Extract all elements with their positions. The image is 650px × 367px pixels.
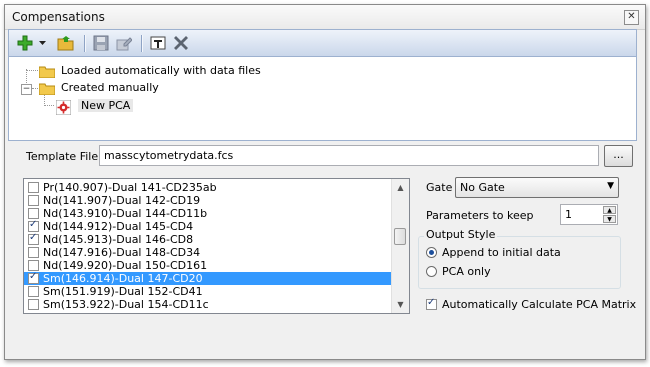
folder-icon <box>38 82 56 95</box>
gate-dropdown[interactable]: No Gate ▼ <box>455 177 619 198</box>
checkbox[interactable] <box>28 208 39 219</box>
toolbar-separator <box>141 35 143 52</box>
spin-up-icon[interactable]: ▲ <box>603 206 616 214</box>
scroll-thumb[interactable] <box>394 228 406 245</box>
list-item[interactable]: Nd(149.920)-Dual 150-CD161 <box>24 259 392 272</box>
save-icon[interactable] <box>91 34 111 52</box>
title-bar: Compensations ✕ <box>5 5 645 30</box>
checkbox[interactable] <box>28 247 39 258</box>
list-item-label: Nd(144.912)-Dual 145-CD4 <box>43 220 194 233</box>
list-item-label: Sm(153.922)-Dual 154-CD11c <box>43 298 209 311</box>
list-item-label: Nd(149.920)-Dual 150-CD161 <box>43 259 208 272</box>
list-item[interactable]: Nd(145.913)-Dual 146-CD8 <box>24 232 392 246</box>
list-item[interactable]: Nd(147.916)-Dual 148-CD34 <box>24 246 392 259</box>
checkbox-checked[interactable] <box>28 219 39 232</box>
folder-icon <box>38 65 56 78</box>
checkbox-checked[interactable] <box>28 271 39 284</box>
list-item-label: Nd(145.913)-Dual 146-CD8 <box>43 233 194 246</box>
checkbox-checked[interactable] <box>426 297 437 310</box>
vertical-scrollbar[interactable]: ▲ ▼ <box>391 179 409 313</box>
list-item[interactable]: Sm(151.919)-Dual 152-CD41 <box>24 285 392 298</box>
radio-append[interactable]: Append to initial data <box>426 246 561 259</box>
radio-selected-icon[interactable] <box>426 247 437 258</box>
list-item-label: Nd(143.910)-Dual 144-CD11b <box>43 207 208 220</box>
list-item[interactable]: Nd(143.910)-Dual 144-CD11b <box>24 207 392 220</box>
list-item[interactable]: Sm(153.922)-Dual 154-CD11c <box>24 298 392 311</box>
list-item-label: Pr(140.907)-Dual 141-CD235ab <box>43 181 217 194</box>
list-item[interactable]: Nd(141.907)-Dual 142-CD19 <box>24 194 392 207</box>
list-item-label: Sm(151.919)-Dual 152-CD41 <box>43 285 203 298</box>
tree-item[interactable]: Loaded automatically with data files <box>38 62 261 79</box>
toolbar <box>8 29 637 57</box>
edit-icon[interactable] <box>114 34 134 52</box>
rename-icon[interactable] <box>148 34 168 52</box>
list-item[interactable]: Nd(144.912)-Dual 145-CD4 <box>24 219 392 233</box>
delete-icon[interactable] <box>171 34 191 52</box>
parameters-to-keep-label: Parameters to keep <box>426 209 534 222</box>
gate-value: No Gate <box>460 181 505 194</box>
auto-calculate-label: Automatically Calculate PCA Matrix <box>442 298 637 311</box>
scroll-up-icon[interactable]: ▲ <box>392 179 409 196</box>
tree-item-selected[interactable]: New PCA <box>55 97 134 115</box>
collapse-icon[interactable]: − <box>21 84 32 95</box>
add-icon[interactable] <box>15 34 35 52</box>
checkbox[interactable] <box>28 286 39 297</box>
close-icon[interactable]: ✕ <box>624 10 639 25</box>
parameters-to-keep-stepper[interactable]: 1 ▲ ▼ <box>560 204 618 225</box>
output-style-group <box>418 236 621 289</box>
list-item-label: Sm(146.914)-Dual 147-CD20 <box>43 272 203 285</box>
checkbox[interactable] <box>28 299 39 310</box>
list-item[interactable]: Pr(140.907)-Dual 141-CD235ab <box>24 181 392 194</box>
chevron-down-icon: ▼ <box>607 181 614 191</box>
auto-calculate-checkbox-row[interactable]: Automatically Calculate PCA Matrix <box>426 297 637 311</box>
parameter-list[interactable]: Pr(140.907)-Dual 141-CD235ab Nd(141.907)… <box>23 178 410 314</box>
scroll-down-icon[interactable]: ▼ <box>392 296 409 313</box>
radio-icon[interactable] <box>426 266 437 277</box>
open-folder-icon[interactable] <box>55 34 77 52</box>
template-file-field[interactable]: masscytometrydata.fcs <box>99 145 599 166</box>
radio-label: PCA only <box>442 265 491 278</box>
checkbox[interactable] <box>28 182 39 193</box>
checkbox[interactable] <box>28 195 39 206</box>
list-item-label: Nd(147.916)-Dual 148-CD34 <box>43 246 201 259</box>
list-item-label: Nd(141.907)-Dual 142-CD19 <box>43 194 201 207</box>
dropdown-arrow-icon[interactable] <box>37 34 47 52</box>
spin-down-icon[interactable]: ▼ <box>603 215 616 223</box>
tree-item-label: Loaded automatically with data files <box>61 64 261 77</box>
radio-pca-only[interactable]: PCA only <box>426 265 491 278</box>
compensation-tree[interactable]: − Loaded automatically with data files C… <box>8 56 637 141</box>
template-file-label: Template File: <box>26 150 102 163</box>
tree-item[interactable]: Created manually <box>38 79 159 96</box>
radio-label: Append to initial data <box>442 246 561 259</box>
tree-item-label: New PCA <box>78 99 134 112</box>
parameters-to-keep-value: 1 <box>565 208 572 221</box>
list-item-selected[interactable]: Sm(146.914)-Dual 147-CD20 <box>24 271 392 285</box>
window-title: Compensations <box>12 10 105 24</box>
browse-button[interactable]: ... <box>604 145 633 167</box>
pca-gear-icon <box>55 99 72 115</box>
checkbox-checked[interactable] <box>28 232 39 245</box>
toolbar-separator <box>84 35 86 52</box>
tree-item-label: Created manually <box>61 81 159 94</box>
output-style-legend: Output Style <box>424 228 498 241</box>
gate-label: Gate <box>426 181 453 194</box>
checkbox[interactable] <box>28 260 39 271</box>
